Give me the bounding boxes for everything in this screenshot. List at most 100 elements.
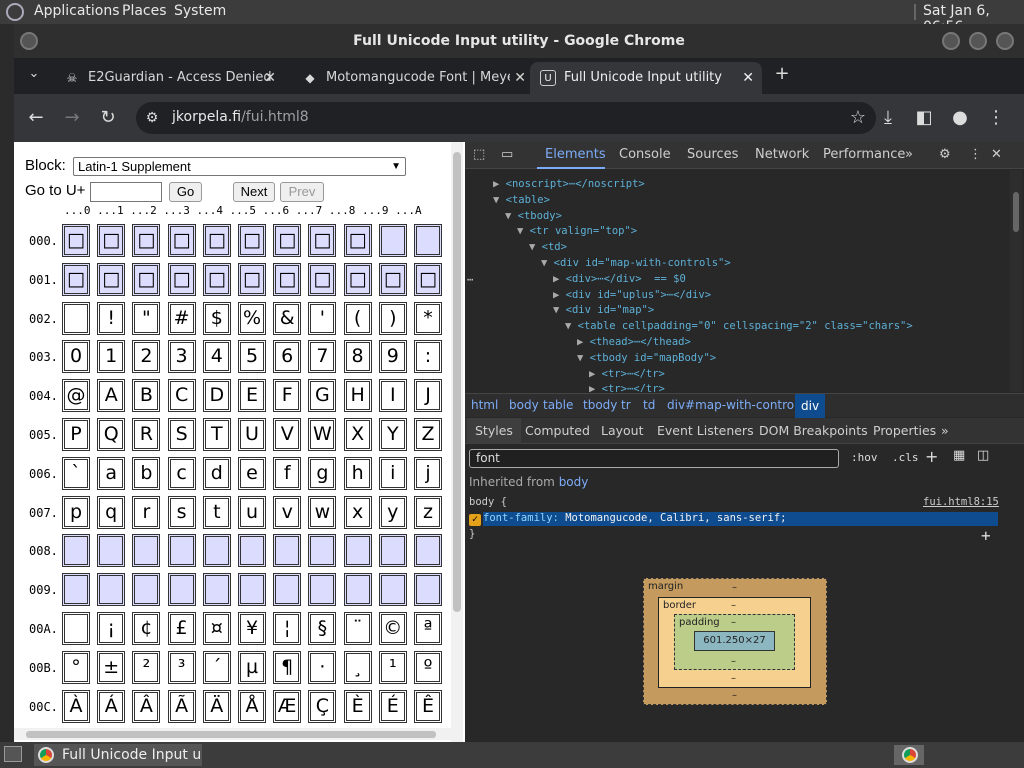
char-cell[interactable]	[308, 573, 337, 607]
char-cell[interactable]: 5	[238, 340, 266, 374]
char-cell[interactable]	[378, 573, 407, 607]
styles-tab-dom-breakpoints[interactable]: DOM Breakpoints	[759, 423, 868, 438]
devtools-tab-network[interactable]: Network	[755, 147, 809, 162]
styles-tab-layout[interactable]: Layout	[601, 423, 644, 438]
expand-triangle-icon[interactable]: ▶	[589, 383, 602, 392]
char-cell[interactable]: X	[343, 418, 372, 451]
char-cell[interactable]: p	[62, 495, 90, 529]
reload-icon[interactable]: ↻	[96, 106, 120, 130]
char-cell[interactable]: y	[378, 495, 407, 529]
char-cell[interactable]: Ç	[308, 689, 337, 723]
char-cell[interactable]: D	[202, 379, 231, 413]
char-cell[interactable]	[62, 301, 90, 335]
char-cell[interactable]: u	[238, 495, 266, 529]
char-cell[interactable]: Y	[378, 418, 407, 451]
char-cell[interactable]	[238, 534, 266, 568]
char-cell[interactable]: □	[238, 224, 266, 257]
breadcrumb-item[interactable]: td	[643, 398, 655, 412]
char-cell[interactable]	[343, 573, 372, 607]
char-cell[interactable]: □	[273, 224, 302, 257]
menu-places[interactable]: Places	[122, 3, 167, 19]
char-cell[interactable]	[132, 534, 161, 568]
char-cell[interactable]: ¹	[378, 650, 407, 684]
settings-gear-icon[interactable]: ⚙	[939, 147, 951, 162]
close-devtools-icon[interactable]: ✕	[991, 147, 1002, 162]
char-cell[interactable]	[414, 224, 442, 257]
tab-motomangucode[interactable]: ◆ Motomangucode Font | Meye ✕	[292, 62, 534, 94]
goto-codepoint-input[interactable]	[90, 182, 162, 202]
tab-search-chevron-icon[interactable]: ⌄	[22, 62, 46, 86]
close-tab-icon[interactable]: ✕	[510, 62, 526, 94]
char-cell[interactable]: º	[414, 650, 442, 684]
expand-triangle-icon[interactable]: ▶	[589, 368, 602, 380]
collapse-triangle-icon[interactable]: ▼	[529, 241, 542, 253]
char-cell[interactable]: g	[308, 456, 337, 490]
char-cell[interactable]: È	[343, 689, 372, 723]
char-cell[interactable]: □	[308, 224, 337, 257]
char-cell[interactable]: I	[378, 379, 407, 413]
profile-avatar-icon[interactable]: ●	[948, 106, 972, 130]
char-cell[interactable]: □	[343, 262, 372, 296]
window-menu-icon[interactable]	[20, 32, 38, 50]
dom-node[interactable]: ▶ <div>⋯</div> == $0	[553, 273, 686, 285]
char-cell[interactable]	[273, 534, 302, 568]
expand-triangle-icon[interactable]: ▶	[577, 336, 590, 348]
char-cell[interactable]: £	[167, 612, 196, 645]
styles-tab-properties[interactable]: Properties	[873, 423, 936, 438]
char-cell[interactable]	[62, 534, 90, 568]
char-cell[interactable]: (	[343, 301, 372, 335]
char-cell[interactable]: x	[343, 495, 372, 529]
char-cell[interactable]: ¶	[273, 650, 302, 684]
devtools-tab-performance[interactable]: Performance	[823, 147, 905, 162]
scroll-thumb[interactable]	[1013, 192, 1019, 232]
dom-ellipsis-icon[interactable]: ⋯	[467, 274, 473, 286]
char-cell[interactable]: 3	[167, 340, 196, 374]
char-cell[interactable]: ¢	[132, 612, 161, 645]
char-cell[interactable]: v	[273, 495, 302, 529]
char-cell[interactable]: □	[97, 224, 126, 257]
char-cell[interactable]	[414, 573, 442, 607]
char-cell[interactable]: ¡	[97, 612, 126, 645]
char-cell[interactable]: 6	[273, 340, 302, 374]
device-toolbar-icon[interactable]: ▭	[501, 147, 513, 162]
char-cell[interactable]: F	[273, 379, 302, 413]
box-model-content-size[interactable]: 601.250×27	[694, 631, 775, 651]
char-cell[interactable]	[343, 534, 372, 568]
char-cell[interactable]	[132, 573, 161, 607]
char-cell[interactable]: s	[167, 495, 196, 529]
char-cell[interactable]: □	[273, 262, 302, 296]
char-cell[interactable]: A	[97, 379, 126, 413]
char-cell[interactable]: Ä	[202, 689, 231, 723]
hover-state-toggle[interactable]: :hov	[851, 451, 878, 464]
char-cell[interactable]: J	[414, 379, 442, 413]
char-cell[interactable]: C	[167, 379, 196, 413]
kebab-menu-icon[interactable]: ⋮	[984, 106, 1008, 130]
dom-node[interactable]: ▼ <tbody id="mapBody">	[577, 352, 716, 364]
char-cell[interactable]: □	[202, 262, 231, 296]
page-horizontal-scrollbar[interactable]	[14, 728, 451, 740]
property-name[interactable]: font-family	[483, 512, 553, 524]
char-cell[interactable]	[238, 573, 266, 607]
char-cell[interactable]: □	[202, 224, 231, 257]
inspect-element-icon[interactable]: ⬚	[473, 147, 485, 162]
rule-source-link[interactable]: fui.html8:15	[923, 496, 999, 508]
char-cell[interactable]: ª	[414, 612, 442, 645]
download-icon[interactable]: ⤓	[876, 106, 900, 130]
new-rule-plus-icon[interactable]: +	[925, 447, 938, 466]
breadcrumb-item[interactable]: tr	[621, 398, 631, 412]
char-cell[interactable]: )	[378, 301, 407, 335]
char-cell[interactable]: H	[343, 379, 372, 413]
char-cell[interactable]	[62, 573, 90, 607]
styles-tab-computed[interactable]: Computed	[525, 423, 590, 438]
collapse-triangle-icon[interactable]: ▼	[505, 210, 518, 222]
breadcrumb-item[interactable]: body	[509, 398, 539, 412]
breadcrumb-item[interactable]: div#map-with-controls	[667, 398, 804, 412]
side-panel-icon[interactable]: ◧	[912, 106, 936, 130]
char-cell[interactable]: 4	[202, 340, 231, 374]
char-cell[interactable]: □	[97, 262, 126, 296]
char-cell[interactable]: °	[62, 650, 90, 684]
styles-tab-styles[interactable]: Styles	[467, 418, 521, 444]
dom-node[interactable]: ▶ <div id="uplus">⋯</div>	[553, 289, 711, 301]
prev-button[interactable]: Prev	[280, 182, 324, 202]
char-cell[interactable]: ²	[132, 650, 161, 684]
